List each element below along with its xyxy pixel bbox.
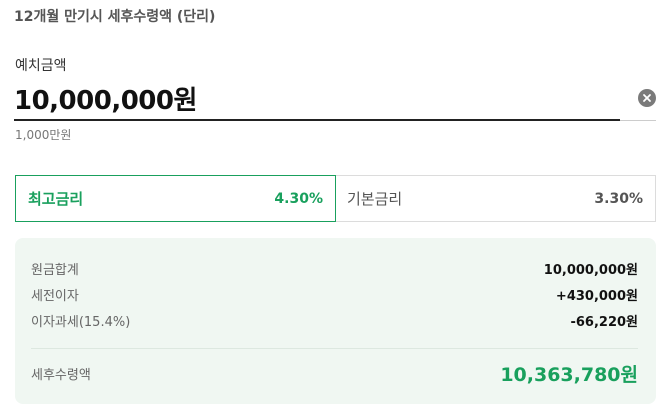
base-rate-tab[interactable]: 기본금리 3.30% <box>335 175 656 222</box>
max-rate-value: 4.30% <box>274 190 323 207</box>
principal-value: 10,000,000원 <box>543 263 638 278</box>
close-icon <box>643 94 651 102</box>
pretax-interest-value: +430,000원 <box>555 289 638 304</box>
amount-hint: 1,000만원 <box>15 128 72 142</box>
deposit-amount-input[interactable]: 10,000,000원 <box>14 80 197 117</box>
clear-icon[interactable] <box>638 89 656 107</box>
after-tax-value: 10,363,780원 <box>500 364 638 386</box>
interest-tax-value: -66,220원 <box>570 315 638 330</box>
max-rate-tab[interactable]: 최고금리 4.30% <box>15 175 336 222</box>
summary-row-principal: 원금합계 10,000,000원 <box>31 259 638 278</box>
base-rate-label: 기본금리 <box>347 190 403 208</box>
summary-row-interest-tax: 이자과세(15.4%) -66,220원 <box>31 311 638 330</box>
amount-underline <box>14 119 620 121</box>
principal-label: 원금합계 <box>31 263 79 278</box>
section-title: 12개월 만기시 세후수령액 (단리) <box>14 9 216 25</box>
amount-underline-rest <box>620 120 656 121</box>
after-tax-label: 세후수령액 <box>31 368 91 383</box>
summary-total-row: 세후수령액 10,363,780원 <box>31 360 638 387</box>
max-rate-label: 최고금리 <box>28 190 84 208</box>
base-rate-value: 3.30% <box>594 190 643 207</box>
summary-row-pretax-interest: 세전이자 +430,000원 <box>31 285 638 304</box>
summary-divider <box>31 348 638 349</box>
summary-panel: 원금합계 10,000,000원 세전이자 +430,000원 이자과세(15.… <box>15 238 656 404</box>
pretax-interest-label: 세전이자 <box>31 289 79 304</box>
interest-tax-label: 이자과세(15.4%) <box>31 315 131 330</box>
deposit-label: 예치금액 <box>15 58 67 74</box>
